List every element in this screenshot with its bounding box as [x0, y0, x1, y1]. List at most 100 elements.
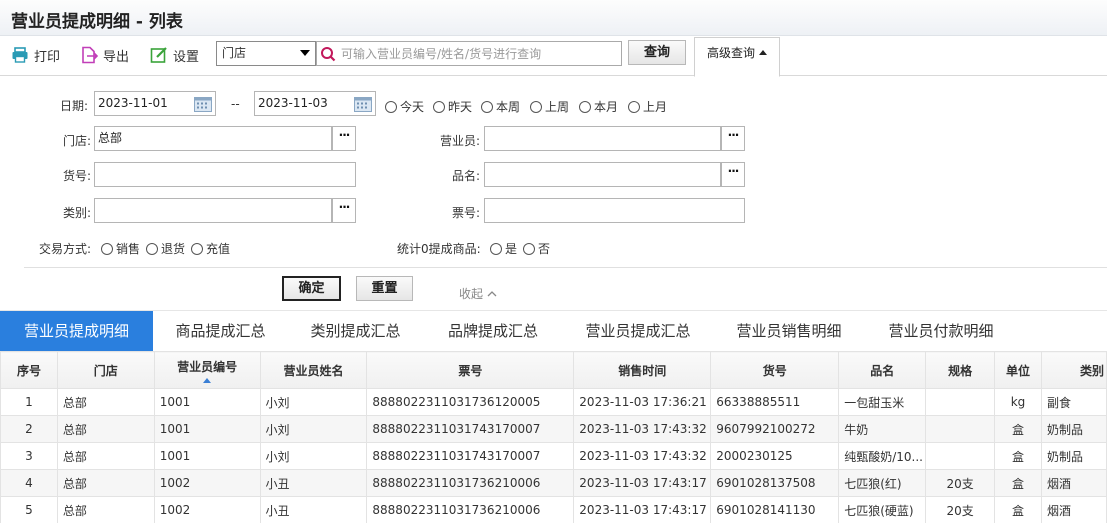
export-button[interactable]: 导出 — [80, 44, 129, 66]
table-cell: 2023-11-03 17:43:32 — [573, 415, 712, 443]
settings-button[interactable]: 设置 — [150, 44, 199, 66]
table-cell: 2000230125 — [710, 442, 840, 470]
page-title: 营业员提成明细 - 列表 — [11, 12, 183, 32]
tab-clerk-commission-detail[interactable]: 营业员提成明细 — [0, 311, 153, 352]
table-row[interactable]: 1 总部 1001 小刘 8888022311031736120005 2023-11-0… — [0, 388, 1107, 416]
column-header[interactable]: 门店 — [56, 351, 155, 389]
radio-last-month[interactable]: 上月 — [628, 98, 667, 115]
table-cell: 2023-11-03 17:43:32 — [573, 442, 712, 470]
table-cell: 3 — [0, 442, 58, 470]
confirm-button[interactable]: 确定 — [282, 276, 341, 301]
date-to-field[interactable]: 2023-11-03 — [254, 91, 376, 116]
table-cell: 小丑 — [259, 469, 368, 497]
product-picker-button[interactable]: ··· — [721, 162, 745, 187]
column-header[interactable]: 票号 — [366, 351, 575, 389]
radio-recharge[interactable]: 充值 — [191, 240, 230, 257]
table-row[interactable]: 3 总部 1001 小刘 8888022311031743170007 2023-11-0… — [0, 442, 1107, 470]
store-field[interactable]: 总部 — [94, 126, 332, 151]
table-cell: 小刘 — [259, 388, 368, 416]
query-button[interactable]: 查询 — [628, 40, 686, 65]
table-row[interactable]: 5 总部 1002 小丑 8888022311031736210006 2023-11-0… — [0, 496, 1107, 523]
table-cell — [925, 415, 996, 443]
calendar-icon[interactable] — [194, 96, 212, 112]
table-cell: 5 — [0, 496, 58, 523]
filter-divider — [24, 267, 1107, 268]
collapse-toggle[interactable]: 收起 — [459, 285, 498, 302]
table-cell: 8888022311031743170007 — [366, 442, 575, 470]
tab-category-commission-summary[interactable]: 类别提成汇总 — [288, 311, 423, 352]
sku-field[interactable] — [94, 162, 356, 187]
table-cell: 8888022311031736210006 — [366, 496, 575, 523]
table-cell: 牛奶 — [838, 415, 927, 443]
clerk-field[interactable] — [484, 126, 721, 151]
radio-today[interactable]: 今天 — [385, 98, 424, 115]
table-cell: 奶制品 — [1040, 415, 1107, 443]
column-header[interactable]: 货号 — [710, 351, 840, 389]
table-cell: 1001 — [153, 415, 261, 443]
table-cell: kg — [994, 388, 1042, 416]
search-input[interactable] — [341, 44, 617, 63]
tab-clerk-commission-summary[interactable]: 营业员提成汇总 — [563, 311, 713, 352]
store-select[interactable]: 门店 — [216, 41, 316, 66]
export-icon — [82, 46, 98, 64]
date-from-field[interactable]: 2023-11-01 — [94, 91, 216, 116]
tab-brand-commission-summary[interactable]: 品牌提成汇总 — [423, 311, 563, 352]
table-cell: 2023-11-03 17:36:21 — [573, 388, 712, 416]
table-cell: 七匹狼(硬蓝) — [838, 496, 927, 523]
clerk-picker-button[interactable]: ··· — [721, 126, 745, 151]
tab-clerk-sales-detail[interactable]: 营业员销售明细 — [713, 311, 865, 352]
product-field[interactable] — [484, 162, 721, 187]
column-header-sorted[interactable]: 营业员编号 — [153, 351, 261, 389]
table-cell: 奶制品 — [1040, 442, 1107, 470]
column-header[interactable]: 营业员姓名 — [259, 351, 368, 389]
table-cell: 8888022311031736120005 — [366, 388, 575, 416]
column-header[interactable]: 销售时间 — [573, 351, 712, 389]
radio-this-month[interactable]: 本月 — [579, 98, 618, 115]
tab-clerk-payment-detail[interactable]: 营业员付款明细 — [865, 311, 1017, 352]
column-header[interactable]: 单位 — [994, 351, 1042, 389]
table-cell — [925, 442, 996, 470]
radio-return[interactable]: 退货 — [146, 240, 185, 257]
table-cell: 小刘 — [259, 415, 368, 443]
radio-yesterday[interactable]: 昨天 — [433, 98, 472, 115]
table-cell: 盒 — [994, 496, 1042, 523]
radio-this-week[interactable]: 本周 — [481, 98, 520, 115]
table-cell: 9607992100272 — [710, 415, 840, 443]
table-cell: 总部 — [56, 415, 155, 443]
column-header[interactable]: 序号 — [0, 351, 58, 389]
reset-button[interactable]: 重置 — [356, 276, 413, 301]
table-cell: 20支 — [925, 469, 996, 497]
toolbar: 打印 导出 设置 门店 查询 高级查询 — [0, 36, 1107, 77]
category-field[interactable] — [94, 198, 332, 223]
table-cell: 2 — [0, 415, 58, 443]
table-row[interactable]: 4 总部 1002 小丑 8888022311031736210006 2023-11-0… — [0, 469, 1107, 497]
radio-yes[interactable]: 是 — [490, 240, 517, 257]
column-header[interactable]: 品名 — [838, 351, 927, 389]
column-header[interactable]: 规格 — [925, 351, 996, 389]
calendar-icon[interactable] — [354, 96, 372, 112]
radio-last-week[interactable]: 上周 — [530, 98, 569, 115]
radio-sale[interactable]: 销售 — [101, 240, 140, 257]
table-cell: 1001 — [153, 442, 261, 470]
table-cell: 4 — [0, 469, 58, 497]
ticket-field[interactable] — [484, 198, 745, 223]
table-cell: 盒 — [994, 415, 1042, 443]
tab-product-commission-summary[interactable]: 商品提成汇总 — [153, 311, 288, 352]
sort-ascending-icon — [203, 377, 212, 383]
radio-no[interactable]: 否 — [523, 240, 550, 257]
column-header[interactable]: 类别 — [1040, 351, 1107, 389]
search-icon — [321, 47, 336, 62]
table-cell: 小丑 — [259, 496, 368, 523]
ticket-label: 票号: — [452, 206, 481, 220]
edit-settings-icon — [150, 47, 167, 63]
advanced-query-tab[interactable]: 高级查询 — [694, 37, 780, 77]
table-cell: 纯甄酸奶/10... — [838, 442, 927, 470]
date-separator: -- — [231, 97, 240, 111]
store-label: 门店: — [63, 134, 92, 148]
sku-label: 货号: — [63, 169, 92, 183]
table-cell: 8888022311031736210006 — [366, 469, 575, 497]
table-row[interactable]: 2 总部 1001 小刘 8888022311031743170007 2023-11-0… — [0, 415, 1107, 443]
print-button[interactable]: 打印 — [11, 44, 60, 66]
store-picker-button[interactable]: ··· — [332, 126, 356, 151]
category-picker-button[interactable]: ··· — [332, 198, 356, 223]
